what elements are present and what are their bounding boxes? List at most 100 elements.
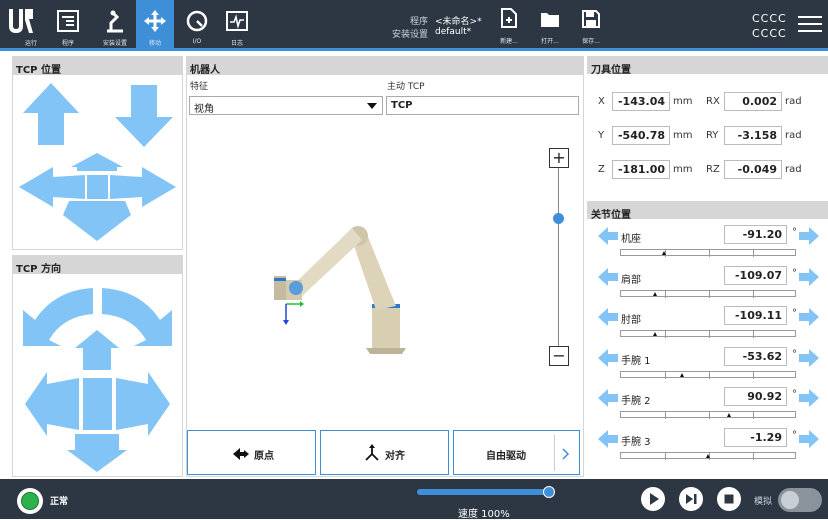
nav-installation[interactable]: 安装设置 — [96, 0, 134, 48]
joint-value-field[interactable]: -53.62 — [724, 346, 787, 366]
joint-range-track — [620, 330, 796, 338]
joint-increase-arrow-icon[interactable] — [798, 347, 820, 369]
tcp-z-axis-head — [283, 320, 289, 325]
joint-increase-arrow-icon[interactable] — [798, 306, 820, 328]
y-position-field[interactable]: -540.78 — [612, 126, 670, 145]
feature-select[interactable]: 视角 — [189, 96, 383, 115]
move-icon — [144, 10, 166, 32]
axis-z-label: Z — [598, 164, 605, 175]
nav-io-label: I/O — [192, 38, 202, 45]
nav-program[interactable]: 程序 — [49, 0, 87, 48]
move-backward-arrow-icon[interactable] — [63, 201, 131, 241]
freedrive-button-label: 自由驱动 — [486, 451, 526, 462]
tcp-y-axis-head — [300, 301, 304, 307]
move-center-pad[interactable] — [87, 175, 108, 199]
dropdown-arrow-icon — [367, 103, 377, 109]
joint-position-marker — [653, 332, 658, 336]
step-button[interactable] — [679, 487, 703, 511]
hamburger-menu-icon[interactable] — [798, 14, 822, 34]
nav-log[interactable]: 日志 — [218, 0, 256, 48]
joint-range-track — [620, 370, 796, 379]
top-bar-accent — [0, 48, 828, 51]
rotate-right-top-arrow-icon[interactable] — [102, 288, 172, 346]
joint-value-field[interactable]: -91.20 — [724, 225, 787, 244]
nav-io[interactable]: I/O — [178, 0, 216, 48]
rotate-left-arrow-icon[interactable] — [25, 372, 79, 436]
installation-name: default* — [435, 27, 472, 37]
x-unit: mm — [673, 96, 693, 107]
robot-base-plate — [366, 348, 406, 354]
joint-position-marker — [727, 413, 732, 417]
move-forward-arrow-icon[interactable] — [71, 153, 123, 171]
joint-increase-arrow-icon[interactable] — [798, 387, 820, 409]
simulation-toggle[interactable] — [778, 488, 822, 512]
open-button[interactable]: 打开... — [533, 6, 567, 46]
rotate-up-arrow-icon[interactable] — [75, 330, 119, 370]
rotate-center-pad[interactable] — [83, 378, 112, 430]
joint-increase-arrow-icon[interactable] — [798, 428, 820, 450]
joint-decrease-arrow-icon[interactable] — [597, 428, 619, 450]
robot-3d-view[interactable] — [190, 120, 540, 425]
power-status-button[interactable] — [17, 488, 43, 514]
nav-move[interactable]: 移动 — [136, 0, 174, 48]
move-down-arrow-icon[interactable] — [115, 85, 173, 147]
zoom-out-button[interactable]: − — [549, 346, 569, 366]
save-label: 保存... — [582, 38, 600, 45]
simulation-label: 模拟 — [754, 497, 773, 507]
axis-rx-label: RX — [706, 96, 720, 107]
ry-unit: rad — [785, 130, 802, 141]
freedrive-button[interactable]: 自由驱动 — [453, 430, 580, 475]
joint-decrease-arrow-icon[interactable] — [597, 225, 619, 247]
program-icon — [57, 10, 79, 32]
joint-increase-arrow-icon[interactable] — [798, 225, 820, 247]
play-icon — [650, 493, 659, 505]
joint-increase-arrow-icon[interactable] — [798, 266, 820, 288]
align-button[interactable]: 对齐 — [320, 430, 449, 475]
joint-unit: ° — [792, 308, 797, 319]
chevron-right-icon[interactable] — [562, 448, 570, 460]
tool-position-header: 刀具位置 — [587, 56, 828, 76]
rotate-right-arrow-icon[interactable] — [116, 372, 170, 436]
nav-run[interactable]: 运行 — [12, 0, 50, 48]
zoom-slider-thumb[interactable] — [553, 212, 564, 224]
ry-rotation-field[interactable]: -3.158 — [724, 126, 782, 145]
rz-rotation-field[interactable]: -0.049 — [724, 160, 782, 179]
robot-base-column — [372, 306, 400, 348]
new-file-button[interactable]: 新建... — [492, 6, 526, 46]
joint-row: 手腕 2 90.92 ° — [587, 384, 828, 424]
robot-state-label: 正常 — [50, 497, 69, 507]
joint-decrease-arrow-icon[interactable] — [597, 387, 619, 409]
joint-row: 机座 -91.20 ° — [587, 222, 828, 262]
speed-slider-track[interactable] — [417, 489, 549, 495]
joint-value-field[interactable]: -1.29 — [724, 427, 787, 447]
joint-value-field[interactable]: 90.92 — [724, 387, 787, 406]
tcp-marker — [289, 281, 303, 295]
log-icon — [226, 11, 248, 31]
active-tcp-field[interactable]: TCP — [386, 96, 579, 115]
x-position-field[interactable]: -143.04 — [612, 92, 670, 111]
home-button[interactable]: 原点 — [187, 430, 316, 475]
stop-button[interactable] — [717, 487, 741, 511]
move-up-arrow-icon[interactable] — [23, 83, 79, 145]
bottom-bar — [0, 479, 828, 519]
save-button[interactable]: 保存... — [574, 6, 608, 46]
speed-slider-thumb[interactable] — [543, 486, 555, 498]
zoom-track[interactable] — [558, 168, 559, 346]
nav-move-label: 移动 — [148, 40, 161, 47]
rotate-left-top-arrow-icon[interactable] — [23, 288, 93, 346]
joint-value-field[interactable]: -109.11 — [724, 306, 787, 325]
axis-ry-label: RY — [706, 130, 719, 141]
play-button[interactable] — [641, 487, 665, 511]
joint-value-field[interactable]: -109.07 — [724, 265, 787, 285]
rotate-down-arrow-icon[interactable] — [67, 434, 127, 472]
joint-position-marker — [679, 372, 684, 377]
align-button-label: 对齐 — [385, 451, 405, 462]
joint-decrease-arrow-icon[interactable] — [597, 347, 619, 369]
nav-run-label: 运行 — [24, 40, 37, 47]
joint-decrease-arrow-icon[interactable] — [597, 266, 619, 288]
z-position-field[interactable]: -181.00 — [612, 160, 670, 179]
tcp-orientation-header: TCP 方向 — [12, 255, 183, 275]
joint-decrease-arrow-icon[interactable] — [597, 306, 619, 328]
rx-rotation-field[interactable]: 0.002 — [724, 92, 782, 111]
zoom-in-button[interactable]: + — [549, 148, 569, 168]
